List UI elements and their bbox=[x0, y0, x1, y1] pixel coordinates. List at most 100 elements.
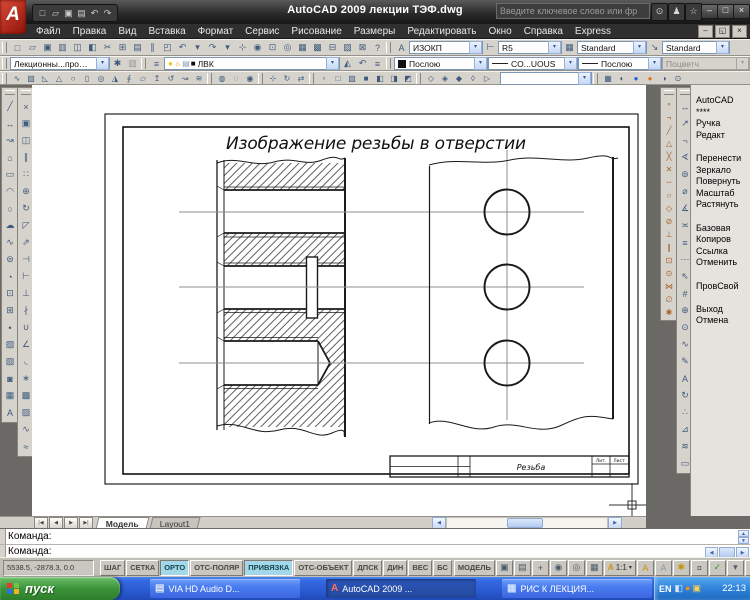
screen-menu-item[interactable]: Повернуть bbox=[696, 176, 750, 188]
vs-3d-wireframe-icon[interactable]: □ bbox=[331, 71, 345, 85]
cylinder-icon[interactable]: ▯ bbox=[80, 71, 94, 85]
intersect-icon[interactable]: ◉ bbox=[243, 71, 257, 85]
scroll-down-icon[interactable]: ▼ bbox=[738, 537, 749, 544]
snap-apparent-icon[interactable]: ✕ bbox=[662, 163, 676, 176]
quick-view-layouts-icon[interactable]: ▤ bbox=[513, 559, 531, 576]
command-scrollbar[interactable]: ▲ ▼ bbox=[738, 530, 749, 544]
helix-icon[interactable]: ∮ bbox=[122, 71, 136, 85]
snap-tangent-icon[interactable]: ⊘ bbox=[662, 215, 676, 228]
vs-edge-icon[interactable]: ◇ bbox=[424, 71, 438, 85]
polygon-icon[interactable]: ⌂ bbox=[3, 149, 17, 166]
model-space-button[interactable]: МОДЕЛЬ bbox=[453, 559, 495, 576]
task-ris-lekcia[interactable]: ▦ РИС К ЛЕКЦИЯ... bbox=[502, 579, 652, 598]
scale-icon[interactable]: ◸ bbox=[19, 217, 33, 234]
hatch-icon[interactable]: ▨ bbox=[3, 336, 17, 353]
status-toggle[interactable]: ШАГ bbox=[100, 559, 126, 576]
menu-item[interactable]: Формат bbox=[192, 26, 240, 37]
move-icon[interactable]: ⊕ bbox=[19, 183, 33, 200]
command-window-grip[interactable] bbox=[0, 529, 6, 557]
break-at-point-icon[interactable]: ⊥ bbox=[19, 285, 33, 302]
edit-polyline-icon[interactable]: ∿ bbox=[19, 421, 33, 438]
model-space-icon[interactable]: ▣ bbox=[495, 559, 513, 576]
save-icon[interactable]: ▣ bbox=[63, 8, 74, 19]
task-via-audio[interactable]: ▤ VIA HD Audio D... bbox=[150, 579, 300, 598]
scroll-up-icon[interactable]: ▲ bbox=[738, 530, 749, 537]
menu-item[interactable]: Окно bbox=[482, 26, 517, 37]
color-combo[interactable]: Послою ▾ bbox=[394, 57, 488, 70]
mleader-style-combo[interactable]: Standard ▾ bbox=[662, 41, 730, 54]
edit-spline-icon[interactable]: ≈ bbox=[19, 438, 33, 455]
tab-layout1[interactable]: Layout1 bbox=[149, 516, 201, 529]
screen-menu-item[interactable] bbox=[696, 292, 750, 304]
status-toggle[interactable]: ОРТО bbox=[160, 559, 190, 576]
chamfer-icon[interactable]: ∠ bbox=[19, 336, 33, 353]
menu-item[interactable]: Правка bbox=[67, 26, 113, 37]
menu-item[interactable]: Рисование bbox=[285, 26, 347, 37]
render-region-icon[interactable]: ▦ bbox=[601, 71, 615, 85]
snap-insert-icon[interactable]: ⊡ bbox=[662, 254, 676, 267]
snap-quadrant-icon[interactable]: ◇ bbox=[662, 202, 676, 215]
tab-last-icon[interactable]: ▶| bbox=[79, 516, 93, 529]
command-window[interactable]: Команда: ▲ ▼ Команда: ◀ ▶ bbox=[0, 528, 750, 558]
vs-shadow-icon[interactable]: ◆ bbox=[452, 71, 466, 85]
workspace-switch-icon[interactable]: ✱ bbox=[672, 559, 690, 576]
mleader-style-icon[interactable]: ↘ bbox=[647, 41, 662, 55]
snap-intersection-icon[interactable]: ╳ bbox=[662, 150, 676, 163]
close-button[interactable]: × bbox=[733, 4, 750, 19]
offset-icon[interactable]: ∥ bbox=[19, 149, 33, 166]
screen-menu-item[interactable]: AutoCAD bbox=[696, 95, 750, 107]
copy-icon[interactable]: ⊞ bbox=[115, 41, 130, 55]
table-icon[interactable]: ▦ bbox=[3, 387, 17, 404]
vs-facet-icon[interactable]: ◈ bbox=[438, 71, 452, 85]
language-indicator[interactable]: EN bbox=[659, 584, 672, 594]
status-toggle[interactable]: БС bbox=[433, 559, 452, 576]
workspace-combo[interactable]: Лекционны...профиль ▾ bbox=[10, 57, 110, 70]
quickcalc-icon[interactable]: ⊟ bbox=[325, 41, 340, 55]
vs-conceptual-icon[interactable]: ◧ bbox=[373, 71, 387, 85]
start-button[interactable]: пуск bbox=[0, 577, 120, 600]
status-toggle[interactable]: ДИН bbox=[383, 559, 408, 576]
advanced-render-settings-icon[interactable]: ◑ bbox=[657, 71, 671, 85]
screen-menu-item[interactable]: Отмена bbox=[696, 315, 750, 327]
vs-shaded-icon[interactable]: ◨ bbox=[387, 71, 401, 85]
render-icon[interactable]: ◐ bbox=[615, 71, 629, 85]
snap-none-icon[interactable]: ∅ bbox=[662, 293, 676, 306]
scroll-left-icon[interactable]: ◀ bbox=[432, 516, 446, 529]
ellipse-arc-icon[interactable]: ◔ bbox=[3, 268, 17, 285]
combo-arrow-icon[interactable]: ▾ bbox=[474, 57, 487, 70]
new-file-icon[interactable]: □ bbox=[37, 8, 48, 18]
layer-previous-icon[interactable]: ↶ bbox=[355, 57, 370, 71]
tray-agent-icon[interactable]: ● bbox=[685, 583, 690, 594]
scrollbar-thumb[interactable] bbox=[507, 517, 543, 528]
snap-endpoint-icon[interactable]: ╱ bbox=[662, 124, 676, 137]
screen-menu-item[interactable]: Масштаб bbox=[696, 188, 750, 200]
showmotion-icon[interactable]: ▦ bbox=[585, 559, 603, 576]
help-icon[interactable]: ? bbox=[370, 41, 385, 55]
menu-item[interactable]: Файл bbox=[30, 26, 67, 37]
tab-model[interactable]: Модель bbox=[95, 516, 150, 529]
open-icon[interactable]: ▱ bbox=[25, 41, 40, 55]
vs-realistic-icon[interactable]: ■ bbox=[359, 71, 373, 85]
status-toggle[interactable]: ДПСК bbox=[353, 559, 383, 576]
screen-menu-item[interactable]: Копиров bbox=[696, 234, 750, 246]
combo-arrow-icon[interactable]: ▾ bbox=[469, 41, 482, 54]
autocad-menu-browser-button[interactable]: A bbox=[0, 0, 26, 34]
camera-icon[interactable]: ▷ bbox=[480, 71, 494, 85]
linetype-combo[interactable]: CO...UOUS ▾ bbox=[488, 57, 578, 70]
properties-icon[interactable]: ▦ bbox=[295, 41, 310, 55]
break-icon[interactable]: ∤ bbox=[19, 302, 33, 319]
screen-menu-item[interactable] bbox=[696, 211, 750, 223]
screen-menu-item[interactable] bbox=[696, 141, 750, 153]
screen-menu-item[interactable]: Ручка bbox=[696, 118, 750, 130]
mdi-restore-button[interactable]: ◱ bbox=[715, 24, 730, 38]
rotate-icon[interactable]: ↻ bbox=[19, 200, 33, 217]
plot-preview-icon[interactable]: ◫ bbox=[70, 41, 85, 55]
trim-icon[interactable]: ⊣ bbox=[19, 251, 33, 268]
combo-arrow-icon[interactable]: ▾ bbox=[716, 41, 729, 54]
fillet-icon[interactable]: ◟ bbox=[19, 353, 33, 370]
workspace-save-icon[interactable]: ▥ bbox=[125, 57, 140, 71]
vs-3d-hidden-icon[interactable]: ▨ bbox=[345, 71, 359, 85]
layer-color-swatch[interactable]: ■ bbox=[191, 59, 196, 68]
maximize-button[interactable]: □ bbox=[717, 4, 734, 19]
dim-style-combo[interactable]: R5 ▾ bbox=[498, 41, 562, 54]
